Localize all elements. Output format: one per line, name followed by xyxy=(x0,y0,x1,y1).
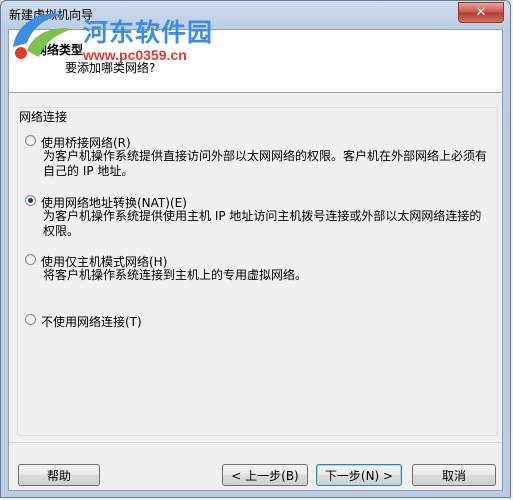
footer-divider xyxy=(9,442,502,443)
watermark-text: 河东软件园 xyxy=(83,18,214,47)
wizard-window: 新建虚拟机向导 ✕ 网络类型 要添加哪类网络? 网络连接 使用桥接网络(R) 为… xyxy=(0,0,511,498)
help-button[interactable]: 帮助 xyxy=(18,464,100,486)
radio-nat-description: 为客户机操作系统提供使用主机 IP 地址访问主机拨号连接或外部以太网网络连接的权… xyxy=(43,209,482,238)
watermark-logo-icon xyxy=(13,13,73,59)
cancel-button[interactable]: 取消 xyxy=(412,464,496,486)
radio-no-network[interactable]: 不使用网络连接(T) xyxy=(25,313,142,330)
radio-host-only-description: 将客户机操作系统连接到主机上的专用虚拟网络。 xyxy=(43,268,308,282)
close-icon: ✕ xyxy=(475,5,487,20)
back-button[interactable]: < 上一步(B) xyxy=(222,464,308,486)
radio-no-network-circle[interactable] xyxy=(25,314,36,325)
next-button[interactable]: 下一步(N) > xyxy=(316,464,402,486)
radio-no-network-label: 不使用网络连接(T) xyxy=(41,315,142,329)
radio-bridged-description: 为客户机操作系统提供直接访问外部以太网网络的权限。客户机在外部网络上必须有自己的… xyxy=(43,149,488,178)
radio-host-only-circle[interactable] xyxy=(25,254,36,265)
radio-bridged-circle[interactable] xyxy=(25,135,36,146)
close-button[interactable]: ✕ xyxy=(458,2,504,23)
site-watermark: 河东软件园 www.pc0359.cn xyxy=(1,3,261,69)
radio-nat-circle[interactable] xyxy=(25,195,36,206)
dialog-body: 网络类型 要添加哪类网络? 网络连接 使用桥接网络(R) 为客户机操作系统提供直… xyxy=(8,29,503,491)
group-label: 网络连接 xyxy=(17,108,70,125)
watermark-url: www.pc0359.cn xyxy=(83,47,187,63)
